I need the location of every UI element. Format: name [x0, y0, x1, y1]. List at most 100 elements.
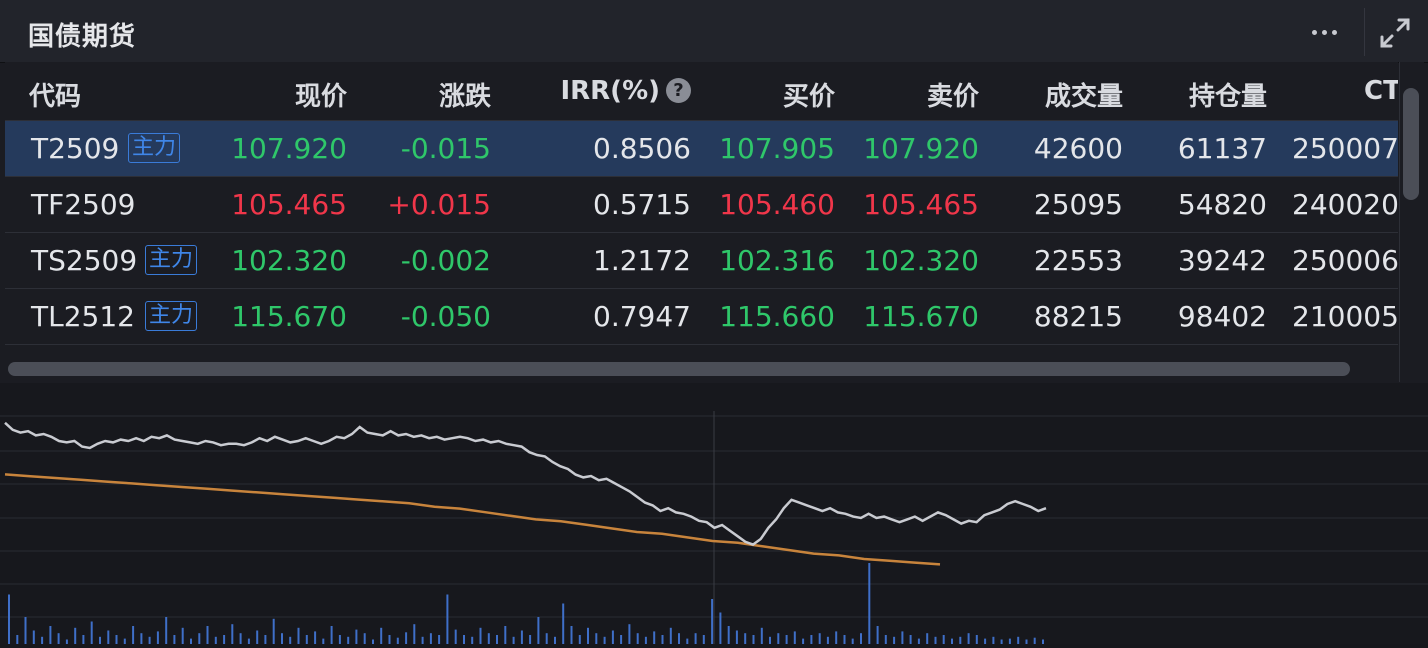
volume-bar — [1000, 639, 1003, 644]
table-row[interactable]: TS2509 主力 102.320 -0.002 1.2172 102.316 102.32… — [5, 233, 1398, 289]
volume-bar — [413, 624, 416, 644]
volume-bar — [653, 631, 656, 644]
more-dots-icon — [1321, 29, 1327, 35]
cell-volume: 42600 — [1033, 132, 1123, 165]
volume-bar — [959, 636, 962, 644]
volume-bar — [322, 638, 325, 644]
volume-bar — [181, 627, 184, 644]
volume-bar — [305, 635, 308, 644]
volume-bar — [49, 626, 52, 644]
intraday-chart[interactable] — [0, 383, 1428, 644]
cell-price: 115.670 — [231, 300, 347, 333]
col-header-change[interactable]: 涨跌 — [439, 76, 491, 113]
question-circle-icon[interactable]: ? — [666, 78, 691, 103]
volume-bar — [727, 626, 730, 644]
cell-price: 105.465 — [231, 188, 347, 221]
cell-code: T2509 — [31, 132, 120, 165]
cell-change: -0.002 — [400, 244, 491, 277]
volume-bar — [264, 635, 267, 644]
volume-bar — [1017, 636, 1020, 644]
volume-bar — [951, 638, 953, 644]
volume-bar — [769, 636, 771, 644]
volume-bar — [644, 636, 647, 644]
volume-bar — [396, 637, 399, 644]
header-divider — [1364, 8, 1365, 56]
cell-ask: 102.320 — [863, 244, 979, 277]
expand-button[interactable] — [1374, 12, 1416, 54]
col-header-ask[interactable]: 卖价 — [927, 76, 979, 113]
cell-ask: 105.465 — [863, 188, 979, 221]
vertical-scrollbar-thumb[interactable] — [1403, 88, 1419, 200]
volume-bar — [669, 627, 672, 644]
volume-bar — [802, 638, 805, 644]
table-row[interactable]: TF2509 105.465 +0.015 0.5715 105.460 105.465 5… — [5, 177, 1398, 233]
cell-irr: 0.7947 — [593, 300, 691, 333]
col-header-open-interest[interactable]: 持仓量 — [1189, 76, 1267, 113]
volume-bar — [554, 636, 556, 644]
volume-bar — [363, 633, 366, 644]
volume-bar — [851, 638, 854, 644]
volume-bar — [74, 627, 77, 644]
volume-bar — [702, 635, 705, 644]
cell-ask: 115.670 — [863, 300, 979, 333]
volume-bar — [446, 594, 449, 644]
volume-bar — [917, 638, 920, 644]
volume-bar — [372, 639, 374, 644]
main-contract-badge: 主力 — [145, 245, 198, 275]
volume-bar — [719, 612, 722, 644]
volume-bar — [760, 627, 763, 644]
volume-bar — [893, 636, 896, 644]
volume-bar — [223, 635, 226, 644]
volume-bar — [214, 636, 217, 644]
volume-bar — [90, 621, 93, 644]
cell-ct: 250007. — [1292, 132, 1398, 165]
volume-bar — [8, 594, 10, 644]
cell-bid: 102.316 — [719, 244, 835, 277]
table-row[interactable]: TL2512 主力 115.670 -0.050 0.7947 115.660 115.67… — [5, 289, 1398, 345]
cell-ask: 107.920 — [863, 132, 979, 165]
volume-bar — [984, 638, 987, 644]
more-options-button[interactable] — [1296, 14, 1352, 50]
col-header-price[interactable]: 现价 — [295, 76, 347, 113]
cell-bid: 107.905 — [719, 132, 835, 165]
volume-bar — [314, 631, 317, 644]
table-row[interactable]: T2509 主力 107.920 -0.015 0.8506 107.905 107.920… — [5, 121, 1398, 177]
cell-irr: 0.8506 — [593, 132, 691, 165]
volume-bar — [405, 632, 408, 644]
col-header-irr[interactable]: IRR(%)? — [560, 76, 691, 106]
volume-bar — [934, 636, 937, 644]
volume-bar — [123, 638, 126, 644]
volume-bar — [57, 633, 60, 644]
volume-bar — [82, 635, 85, 644]
volume-bar — [694, 633, 697, 644]
cell-code: TF2509 — [31, 188, 136, 221]
volume-bar — [826, 636, 829, 644]
horizontal-scrollbar-thumb[interactable] — [8, 362, 1350, 376]
expand-arrows-icon — [1380, 18, 1410, 48]
volume-bar — [843, 635, 846, 644]
volume-bar — [256, 630, 259, 644]
volume-bar — [578, 635, 581, 644]
col-header-ct[interactable]: CT — [1364, 76, 1398, 106]
cell-change: -0.050 — [400, 300, 491, 333]
col-header-volume[interactable]: 成交量 — [1045, 76, 1123, 113]
volume-bar — [810, 635, 813, 644]
col-header-bid[interactable]: 买价 — [783, 76, 835, 113]
volume-bar — [744, 633, 747, 644]
col-header-code[interactable]: 代码 — [29, 76, 81, 113]
volume-bar — [520, 630, 523, 644]
volume-bar — [24, 617, 27, 644]
volume-bar — [355, 629, 358, 644]
volume-bar — [1042, 639, 1044, 644]
volume-bar — [388, 635, 391, 644]
volume-bar — [975, 635, 978, 644]
cell-open-interest: 98402 — [1177, 300, 1267, 333]
volume-bar — [529, 635, 532, 644]
panel-header: 国债期货 — [0, 0, 1428, 63]
volume-bar — [487, 633, 490, 644]
volume-bar — [438, 635, 441, 644]
volume-bar — [504, 626, 507, 644]
volume-bar — [380, 627, 383, 644]
cell-volume: 22553 — [1033, 244, 1123, 277]
cell-open-interest: 39242 — [1177, 244, 1267, 277]
